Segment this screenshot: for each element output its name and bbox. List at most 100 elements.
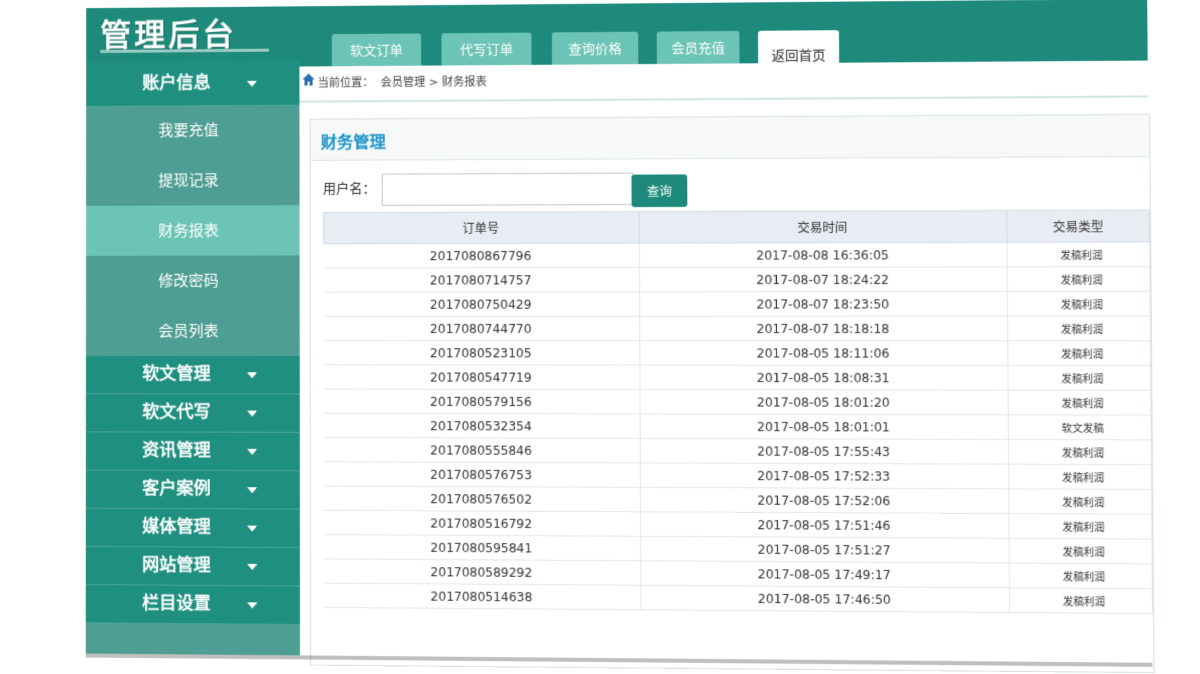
trade-type-cell: 发稿利润 bbox=[1008, 439, 1151, 464]
trade-type-cell: 发稿利润 bbox=[1009, 563, 1152, 589]
table-row: 20170805558462017-08-05 17:55:43发稿利润 bbox=[324, 437, 1152, 464]
chevron-down-icon bbox=[247, 602, 257, 608]
trade-time-cell: 2017-08-05 18:01:20 bbox=[640, 390, 1008, 415]
trade-time-cell: 2017-08-05 17:52:33 bbox=[640, 463, 1008, 489]
breadcrumb-prefix: 当前位置： bbox=[318, 74, 374, 90]
search-button[interactable]: 查询 bbox=[631, 174, 687, 207]
sidebar-group-column-settings[interactable]: 栏目设置 bbox=[86, 585, 300, 625]
panel-title: 财务管理 bbox=[321, 128, 386, 152]
order-id-cell: 2017080589292 bbox=[324, 559, 641, 585]
trade-type-cell: 发稿利润 bbox=[1007, 267, 1150, 292]
trade-time-cell: 2017-08-05 17:55:43 bbox=[640, 438, 1008, 464]
trade-type-cell: 发稿利润 bbox=[1009, 588, 1152, 614]
column-header-trade-type: 交易类型 bbox=[1007, 210, 1150, 242]
order-id-cell: 2017080516792 bbox=[324, 510, 641, 536]
breadcrumb-path: 会员管理 > 财务报表 bbox=[381, 73, 487, 90]
trade-time-cell: 2017-08-07 18:23:50 bbox=[640, 292, 1008, 317]
table-row: 20170805477192017-08-05 18:08:31发稿利润 bbox=[324, 365, 1151, 391]
sidebar-group-label: 网站管理 bbox=[142, 547, 211, 585]
sidebar-group-customer-cases[interactable]: 客户案例 bbox=[86, 470, 300, 509]
sidebar-item-label: 会员列表 bbox=[158, 306, 218, 356]
table-row: 20170805767532017-08-05 17:52:33发稿利润 bbox=[324, 462, 1152, 490]
sidebar-group-label: 软文管理 bbox=[142, 356, 211, 393]
sidebar-group-account[interactable]: 账户信息 bbox=[86, 60, 299, 106]
panel-header: 财务管理 bbox=[311, 115, 1150, 161]
finance-panel: 财务管理 用户名： 查询 订单号 交易时间 交易类型 2017080867796… bbox=[310, 114, 1155, 673]
order-id-cell: 2017080744770 bbox=[323, 316, 639, 340]
table-row: 20170805146382017-08-05 17:46:50发稿利润 bbox=[324, 583, 1153, 613]
sidebar-group-media-management[interactable]: 媒体管理 bbox=[86, 509, 300, 548]
trade-type-cell: 发稿利润 bbox=[1009, 489, 1152, 514]
sidebar-group-label: 软文代写 bbox=[142, 394, 211, 431]
trade-time-cell: 2017-08-05 17:46:50 bbox=[641, 585, 1010, 612]
chevron-down-icon bbox=[247, 564, 257, 570]
trade-time-cell: 2017-08-05 17:51:27 bbox=[641, 536, 1010, 563]
order-id-cell: 2017080595841 bbox=[324, 535, 641, 561]
table-row: 20170805791562017-08-05 18:01:20发稿利润 bbox=[324, 389, 1151, 415]
trade-time-cell: 2017-08-05 18:11:06 bbox=[640, 341, 1008, 366]
order-id-cell: 2017080523105 bbox=[324, 341, 640, 366]
trade-type-cell: 发稿利润 bbox=[1009, 514, 1152, 540]
sidebar-item-finance-report[interactable]: 财务报表 bbox=[86, 205, 300, 256]
trade-time-cell: 2017-08-05 18:01:01 bbox=[640, 414, 1008, 440]
chevron-down-icon bbox=[247, 487, 257, 493]
sidebar-item-label: 我要充值 bbox=[158, 105, 218, 155]
sidebar-group-site-management[interactable]: 网站管理 bbox=[86, 547, 300, 587]
sidebar-group-label: 客户案例 bbox=[142, 471, 211, 509]
trade-time-cell: 2017-08-05 18:08:31 bbox=[640, 365, 1008, 390]
chevron-down-icon bbox=[247, 81, 257, 87]
trade-type-cell: 发稿利润 bbox=[1009, 538, 1152, 564]
sidebar-item-recharge[interactable]: 我要充值 bbox=[86, 105, 299, 156]
trade-time-cell: 2017-08-05 17:52:06 bbox=[640, 487, 1009, 513]
table-row: 20170805231052017-08-05 18:11:06发稿利润 bbox=[324, 341, 1151, 366]
trade-time-cell: 2017-08-07 18:24:22 bbox=[640, 267, 1008, 292]
trade-time-cell: 2017-08-05 17:49:17 bbox=[641, 561, 1010, 588]
order-id-cell: 2017080576753 bbox=[324, 462, 641, 488]
order-id-cell: 2017080714757 bbox=[323, 267, 639, 292]
trade-type-cell: 发稿利润 bbox=[1008, 365, 1151, 390]
sidebar-group-label: 媒体管理 bbox=[142, 509, 211, 547]
sidebar-item-label: 修改密码 bbox=[158, 256, 218, 306]
chevron-down-icon bbox=[247, 449, 257, 455]
trade-type-cell: 发稿利润 bbox=[1008, 341, 1151, 366]
table-row: 20170807147572017-08-07 18:24:22发稿利润 bbox=[323, 267, 1150, 293]
sidebar-group-label: 资讯管理 bbox=[142, 432, 211, 469]
column-header-order-id: 订单号 bbox=[323, 212, 639, 244]
sidebar-group-news-management[interactable]: 资讯管理 bbox=[86, 432, 300, 471]
sidebar-group-article-management[interactable]: 软文管理 bbox=[86, 356, 300, 394]
order-id-cell: 2017080576502 bbox=[324, 486, 641, 512]
table-row: 20170807447702017-08-07 18:18:18发稿利润 bbox=[323, 316, 1150, 341]
table-header-row: 订单号 交易时间 交易类型 bbox=[323, 210, 1149, 244]
order-id-cell: 2017080514638 bbox=[324, 583, 641, 610]
trade-type-cell: 发稿利润 bbox=[1008, 316, 1151, 341]
sidebar-item-label: 提现记录 bbox=[158, 155, 218, 205]
sidebar-item-label: 财务报表 bbox=[158, 205, 218, 255]
trade-type-cell: 发稿利润 bbox=[1009, 464, 1152, 489]
table-row: 20170807504292017-08-07 18:23:50发稿利润 bbox=[323, 291, 1150, 316]
table-row: 20170805323542017-08-05 18:01:01软文发稿 bbox=[324, 413, 1152, 440]
sidebar-group-ghostwriting[interactable]: 软文代写 bbox=[86, 394, 300, 433]
order-id-cell: 2017080750429 bbox=[323, 292, 639, 317]
trade-type-cell: 发稿利润 bbox=[1007, 291, 1150, 316]
trade-type-cell: 发稿利润 bbox=[1008, 390, 1151, 415]
sidebar-item-change-password[interactable]: 修改密码 bbox=[86, 255, 300, 305]
app-title: 管理后台 bbox=[100, 9, 237, 55]
column-header-trade-time: 交易时间 bbox=[639, 210, 1007, 243]
chevron-down-icon bbox=[247, 526, 257, 532]
username-label: 用户名： bbox=[323, 178, 376, 197]
order-id-cell: 2017080579156 bbox=[324, 389, 641, 414]
username-input[interactable] bbox=[382, 173, 634, 206]
sidebar-item-member-list[interactable]: 会员列表 bbox=[86, 306, 300, 356]
trade-time-cell: 2017-08-08 16:36:05 bbox=[639, 242, 1007, 267]
main-content: 当前位置： 会员管理 > 财务报表 财务管理 用户名： 查询 订单号 交易时间 … bbox=[299, 61, 1152, 669]
home-icon bbox=[301, 72, 315, 86]
sidebar-group-label: 栏目设置 bbox=[142, 585, 211, 623]
admin-window: 管理后台 软文订单 代写订单 查询价格 会员充值 返回首页 账户信息 我要充值 … bbox=[0, 0, 1200, 672]
finance-table: 订单号 交易时间 交易类型 20170808677962017-08-08 16… bbox=[323, 210, 1153, 615]
trade-time-cell: 2017-08-05 17:51:46 bbox=[640, 512, 1009, 538]
trade-type-cell: 软文发稿 bbox=[1008, 415, 1151, 440]
sidebar-item-withdraw-records[interactable]: 提现记录 bbox=[86, 155, 299, 206]
table-body: 20170808677962017-08-08 16:36:05发稿利润2017… bbox=[323, 242, 1152, 614]
order-id-cell: 2017080867796 bbox=[323, 243, 639, 268]
order-id-cell: 2017080547719 bbox=[324, 365, 640, 390]
